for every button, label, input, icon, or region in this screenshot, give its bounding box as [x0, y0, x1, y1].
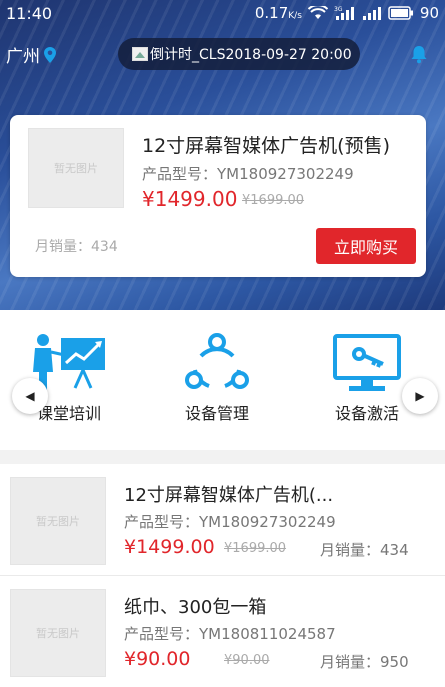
chevron-left-icon: ◀: [25, 389, 35, 403]
city-selector[interactable]: 广州: [6, 42, 56, 67]
category-device-management[interactable]: 设备管理: [162, 332, 272, 424]
product-price: ¥1499.00: [124, 536, 215, 558]
status-time: 11:40: [6, 3, 53, 23]
announcement-marquee[interactable]: 倒计时_CLS2018-09-27 20:00: [118, 38, 360, 70]
product-price: ¥1499.00: [142, 187, 238, 211]
status-speed-unit: K/s: [288, 11, 302, 21]
product-original-price: ¥1699.00: [242, 193, 305, 208]
category-label: 设备管理: [184, 404, 249, 423]
top-bar: 广州 倒计时_CLS2018-09-27 20:00: [0, 36, 445, 72]
status-bar: 11:40 0.17K/s 3G 90: [0, 0, 445, 26]
product-original-price: ¥90.00: [224, 653, 270, 668]
bell-icon[interactable]: [409, 44, 429, 64]
marquee-text: 倒计时_CLS2018-09-27 20:00: [150, 47, 352, 63]
product-image-placeholder: 暂无图片: [28, 128, 124, 208]
product-title: 12寸屏幕智媒体广告机(预售): [142, 135, 391, 157]
share-network-icon: [185, 333, 249, 389]
chevron-right-icon: ▶: [415, 389, 425, 403]
product-list-item[interactable]: 暂无图片 12寸屏幕智媒体广告机(... 产品型号：YM180927302249…: [0, 464, 445, 576]
buy-now-button[interactable]: 立即购买: [316, 228, 416, 264]
product-model: 产品型号：YM180811024587: [124, 625, 336, 643]
product-title: 12寸屏幕智媒体广告机(...: [124, 485, 334, 506]
product-original-price: ¥1699.00: [224, 541, 287, 556]
category-device-activation[interactable]: 设备激活: [312, 332, 422, 424]
activation-monitor-icon: [333, 334, 401, 391]
product-model: 产品型号：YM180927302249: [124, 513, 336, 531]
city-label: 广州: [6, 47, 40, 67]
signal-icon: [362, 5, 382, 21]
status-speed: 0.17: [254, 4, 289, 22]
carousel-next-button[interactable]: ▶: [402, 378, 438, 414]
product-model: 产品型号：YM180927302249: [142, 165, 354, 183]
featured-product-card[interactable]: 暂无图片 12寸屏幕智媒体广告机(预售) 产品型号：YM180927302249…: [10, 115, 426, 277]
section-divider: [0, 450, 445, 464]
carousel-prev-button[interactable]: ◀: [12, 378, 48, 414]
product-monthly-sales: 月销量：434: [35, 239, 118, 255]
product-list-item[interactable]: 暂无图片 纸巾、300包一箱 产品型号：YM180811024587 ¥90.0…: [0, 576, 445, 687]
battery-level: 90: [419, 4, 439, 22]
product-image-placeholder: 暂无图片: [10, 589, 106, 677]
location-pin-icon: [44, 46, 56, 63]
product-monthly-sales: 月销量：950: [320, 653, 409, 671]
image-broken-icon: [132, 47, 148, 61]
wifi-icon: [307, 6, 328, 20]
category-carousel: 课堂培训 设备管理 设备激活 ◀ ▶: [0, 310, 445, 450]
signal-3g-icon: 3G: [334, 5, 356, 21]
network-type-label: 3G: [334, 6, 343, 13]
battery-icon: [388, 6, 414, 20]
product-price: ¥90.00: [124, 648, 191, 670]
product-monthly-sales: 月销量：434: [320, 541, 409, 559]
product-image-placeholder: 暂无图片: [10, 477, 106, 565]
product-title: 纸巾、300包一箱: [124, 597, 267, 618]
